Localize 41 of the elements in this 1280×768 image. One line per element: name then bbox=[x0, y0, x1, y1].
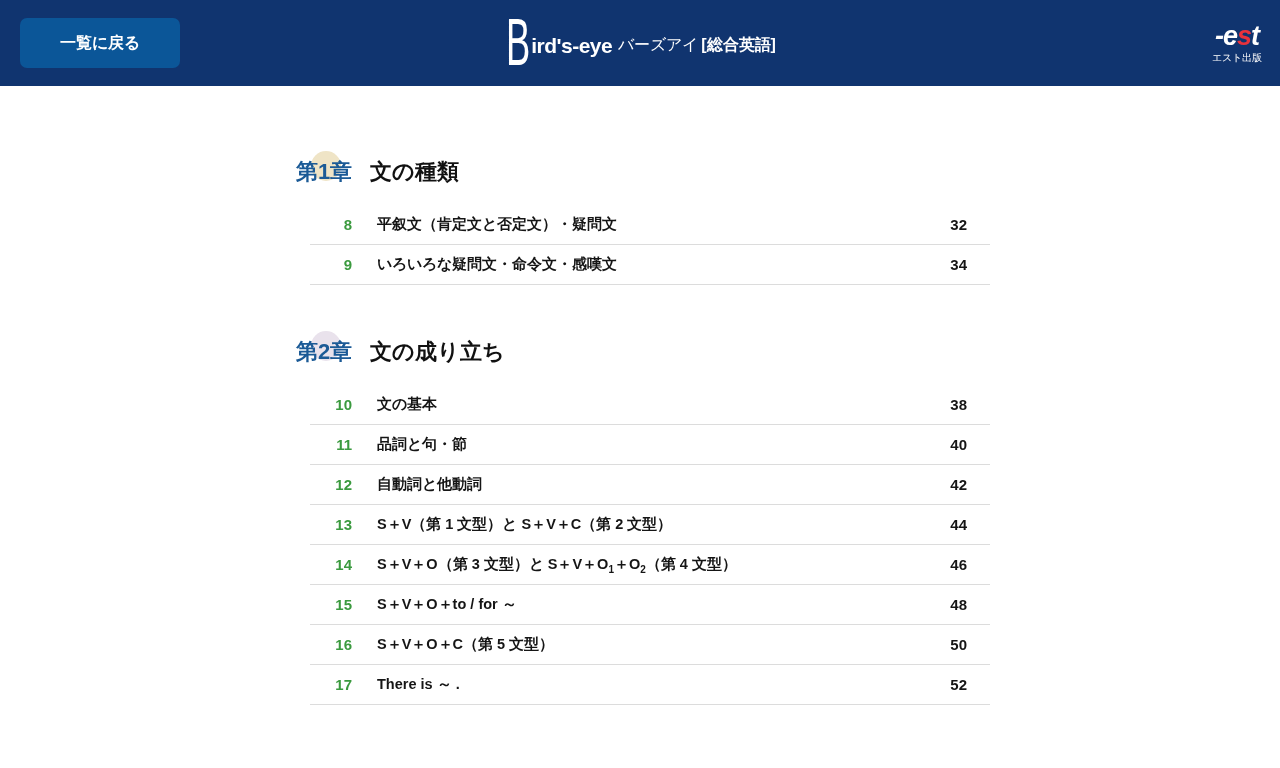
page-number: 32 bbox=[950, 216, 967, 233]
publisher-name: エスト出版 bbox=[1212, 51, 1262, 64]
chapter-title: 文の種類 bbox=[370, 158, 460, 186]
chapter-number: 第2章 bbox=[296, 339, 353, 364]
section-link[interactable]: There is ～ . bbox=[377, 675, 951, 694]
page-number: 52 bbox=[950, 676, 967, 693]
page-number: 38 bbox=[950, 396, 967, 413]
page-number: 42 bbox=[950, 476, 967, 493]
section-number: 12 bbox=[334, 476, 352, 493]
subtitle: バーズアイ bbox=[618, 35, 699, 55]
section-number: 10 bbox=[334, 396, 352, 413]
logo-text: ird's-eye bbox=[531, 34, 613, 58]
section-number: 15 bbox=[334, 596, 352, 613]
chapter-number: 第1章 bbox=[296, 159, 353, 184]
section-number: 16 bbox=[334, 636, 352, 653]
section-number: 8 bbox=[342, 216, 352, 233]
logo-initial: B bbox=[506, 12, 531, 72]
page-number: 48 bbox=[950, 596, 967, 613]
section-link[interactable]: S＋V＋O＋C（第 5 文型） bbox=[377, 635, 951, 654]
page-number: 34 bbox=[950, 256, 967, 273]
page-number: 44 bbox=[950, 516, 967, 533]
page-number: 40 bbox=[950, 436, 967, 453]
section-link[interactable]: いろいろな疑問文・命令文・感嘆文 bbox=[377, 255, 951, 274]
section-link[interactable]: 平叙文（肯定文と否定文）・疑問文 bbox=[377, 215, 951, 234]
section-number: 13 bbox=[334, 516, 352, 533]
section-link[interactable]: 文の基本 bbox=[377, 395, 951, 414]
section-link[interactable]: S＋V（第 1 文型）と S＋V＋C（第 2 文型） bbox=[377, 515, 951, 534]
section-link[interactable]: S＋V＋O（第 3 文型）と S＋V＋O$_{1}$＋O$_{2}$（第 4 文型） bbox=[377, 554, 951, 575]
section-link[interactable]: 品詞と句・節 bbox=[377, 435, 951, 454]
page-number: 50 bbox=[950, 636, 967, 653]
section-number: 17 bbox=[334, 676, 352, 693]
chapter-title: 文の成り立ち bbox=[370, 338, 506, 366]
section-number: 14 bbox=[334, 556, 352, 573]
publisher-logo: -est bbox=[1214, 22, 1259, 49]
section-link[interactable]: S＋V＋O＋to / for ～ bbox=[377, 595, 951, 614]
page-number: 46 bbox=[950, 556, 967, 573]
back-button[interactable]: 一覧に戻る bbox=[20, 18, 180, 68]
section-number: 9 bbox=[342, 256, 352, 273]
subject-label: [総合英語] bbox=[701, 35, 776, 55]
section-link[interactable]: 自動詞と他動詞 bbox=[377, 475, 951, 494]
section-number: 11 bbox=[335, 436, 352, 453]
